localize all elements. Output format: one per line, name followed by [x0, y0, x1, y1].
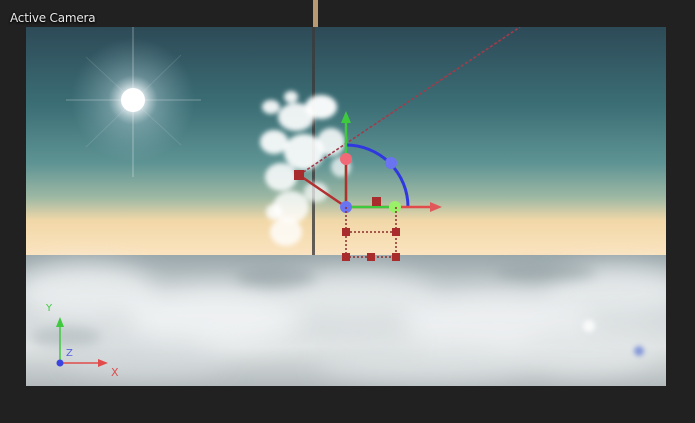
scale-handle[interactable] [342, 253, 350, 261]
axis-y-label: Y [46, 303, 53, 314]
rotation-handle-green[interactable] [389, 201, 401, 213]
scene-viewport[interactable]: Y Z X [26, 27, 666, 386]
rotation-handle-blue[interactable] [385, 157, 397, 169]
scale-handle[interactable] [392, 228, 400, 236]
scale-handle[interactable] [342, 228, 350, 236]
viewport-title: Active Camera [10, 11, 96, 25]
rotation-handle-red[interactable] [340, 153, 352, 165]
scale-handle[interactable] [392, 253, 400, 261]
axis-z-label: Z [66, 348, 73, 359]
z-axis-dot-icon [56, 359, 64, 367]
pivot-square-handle[interactable] [294, 170, 304, 180]
scene-render [26, 27, 666, 386]
scale-handle[interactable] [367, 253, 375, 261]
viewport-panel: Active Camera Y Z X [0, 0, 695, 423]
ground-fog [26, 255, 666, 386]
viewport-split-handle[interactable] [313, 0, 318, 27]
axis-x-label: X [111, 366, 119, 379]
